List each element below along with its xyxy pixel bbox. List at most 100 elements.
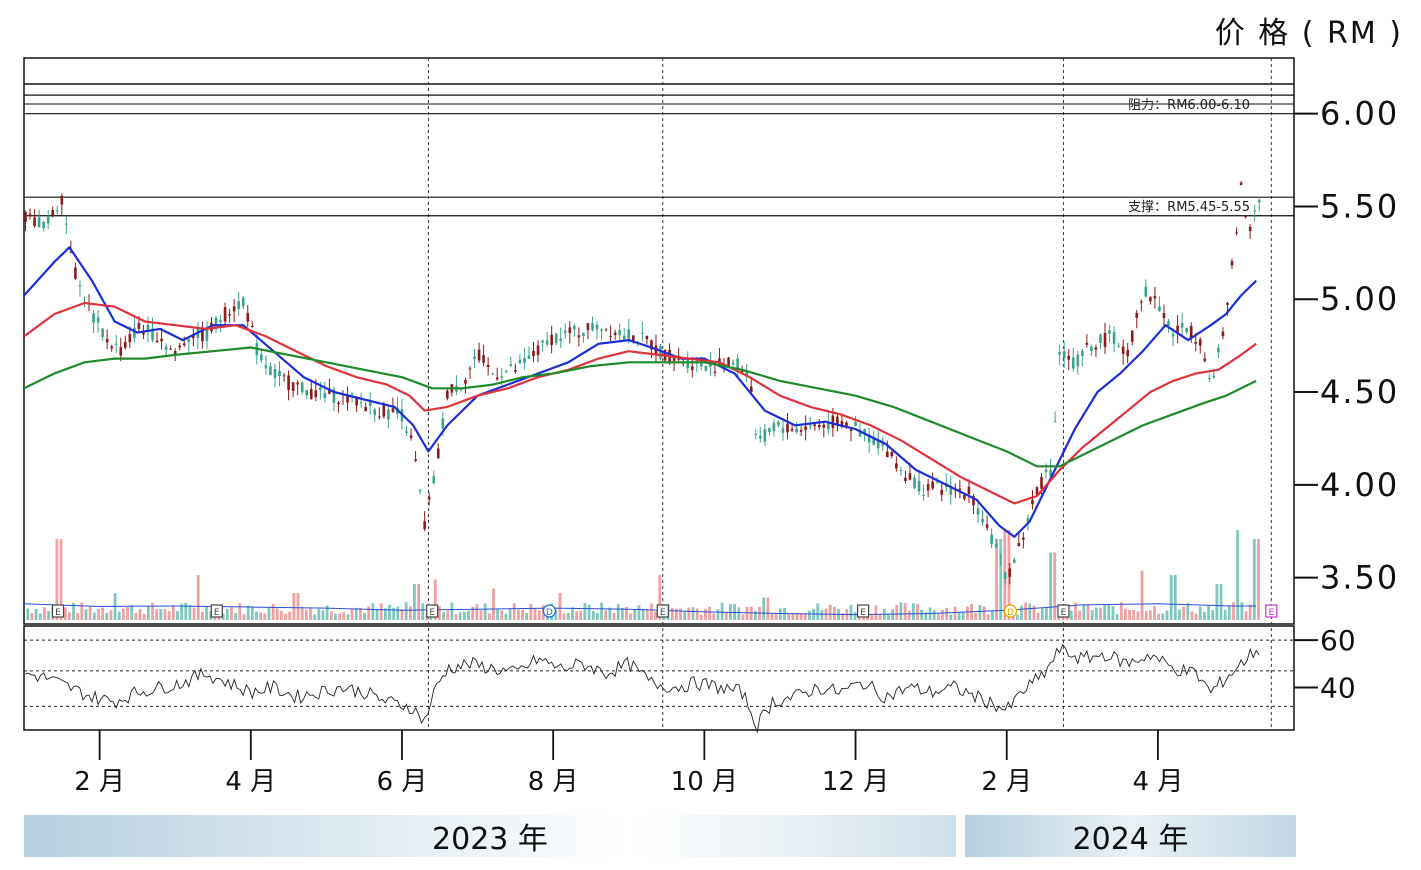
candle-body: [1053, 421, 1057, 423]
candle-body: [1008, 568, 1012, 577]
candle-body: [1044, 469, 1048, 472]
candle-body: [1230, 261, 1234, 266]
candle-body: [559, 338, 563, 341]
candle-body: [1085, 342, 1089, 345]
candle-body: [686, 359, 690, 369]
price-axis: 6.00 5.50 5.00 4.50 4.00 3.50 60 40: [1294, 95, 1397, 704]
volume-bar: [982, 606, 986, 620]
volume-bar: [142, 613, 146, 620]
volume-bar: [1178, 609, 1181, 620]
volume-bar: [1028, 603, 1032, 620]
volume-bar: [184, 602, 188, 620]
candle-body: [1212, 375, 1216, 378]
candle-body: [123, 341, 127, 348]
volume-bar: [292, 593, 296, 620]
candle-body: [137, 322, 141, 329]
volume-bar: [350, 609, 354, 620]
volume-bar: [516, 609, 520, 620]
volume-bar: [1078, 610, 1082, 620]
volume-bar: [1169, 575, 1173, 620]
candle-body: [790, 429, 794, 431]
volume-bar: [774, 613, 778, 620]
volume-bar: [176, 611, 179, 620]
volume-bar: [1211, 610, 1215, 620]
candle-body: [382, 404, 386, 417]
volume-bar: [650, 603, 653, 620]
volume-bar: [724, 612, 728, 620]
candle-body: [899, 469, 903, 471]
candle-body: [1198, 339, 1202, 346]
candle-body: [808, 425, 812, 427]
volume-bar: [1198, 606, 1202, 620]
volume-bar: [84, 609, 88, 620]
volume-bar: [475, 604, 479, 620]
volume-bar: [1223, 609, 1227, 620]
candle-body: [1031, 499, 1034, 505]
event-marker-label: E: [1268, 608, 1274, 618]
candle-body: [990, 534, 993, 545]
volume-bar: [1128, 609, 1131, 620]
volume-bar: [521, 609, 524, 620]
volume-bar: [1045, 607, 1048, 620]
candle-body: [314, 390, 318, 398]
volume-bar: [126, 607, 129, 620]
candle-body: [600, 329, 603, 331]
year-band-2023: 2023 年: [24, 815, 956, 857]
candle-body: [182, 343, 186, 346]
volume-bar: [695, 608, 699, 620]
candle-body: [1180, 323, 1184, 328]
candle-body: [368, 402, 372, 406]
candle-body: [817, 424, 821, 428]
candle-body: [985, 524, 989, 528]
volume-bar: [504, 613, 508, 620]
candle-body: [436, 448, 440, 459]
candle-body: [418, 490, 422, 492]
volume-bar: [1115, 614, 1119, 620]
candle-body: [518, 359, 522, 363]
volume-bar: [288, 611, 292, 620]
candle-body: [1162, 313, 1166, 319]
candle-body: [1194, 341, 1198, 344]
event-marker-label: D: [1007, 608, 1014, 618]
volume-bar: [446, 610, 450, 620]
volume-bar: [679, 608, 682, 620]
volume-bar: [1215, 584, 1219, 620]
volume-bar: [151, 602, 154, 620]
candle-body: [1112, 332, 1116, 344]
volume-bar: [683, 611, 687, 620]
price-axis-title: 价 格 ( RM ): [1214, 16, 1403, 51]
candle-body: [527, 355, 531, 359]
volume-bar: [238, 603, 242, 620]
candle-body: [105, 338, 109, 343]
volume-bar: [500, 610, 504, 620]
volume-bar: [1219, 584, 1223, 620]
candle-body: [51, 209, 55, 217]
candle-body: [781, 428, 785, 433]
volume-bar: [766, 597, 770, 620]
candle-body: [976, 508, 980, 515]
candle-body: [246, 313, 250, 322]
volume-bar: [616, 604, 620, 620]
candle-body: [282, 375, 286, 377]
volume-bar: [342, 612, 346, 620]
volume-bar: [990, 610, 994, 620]
volume-bar: [280, 611, 283, 620]
volume-bar: [762, 597, 766, 620]
candle-body: [1144, 286, 1148, 297]
candle-body: [133, 327, 136, 338]
volume-bar: [712, 613, 716, 620]
candle-body: [1126, 350, 1129, 357]
candle-body: [119, 347, 123, 356]
volume-bar: [529, 603, 533, 620]
candle-body: [550, 334, 553, 346]
volume-bar: [134, 612, 138, 620]
candle-body: [890, 452, 894, 457]
candle-body: [573, 325, 576, 330]
volume-bar: [371, 603, 375, 620]
volume-bar: [417, 584, 421, 620]
candle-body: [727, 357, 730, 367]
candle-body: [999, 556, 1002, 558]
candle-body: [232, 306, 236, 312]
candle-body: [114, 343, 118, 345]
volume-bar: [595, 612, 599, 620]
